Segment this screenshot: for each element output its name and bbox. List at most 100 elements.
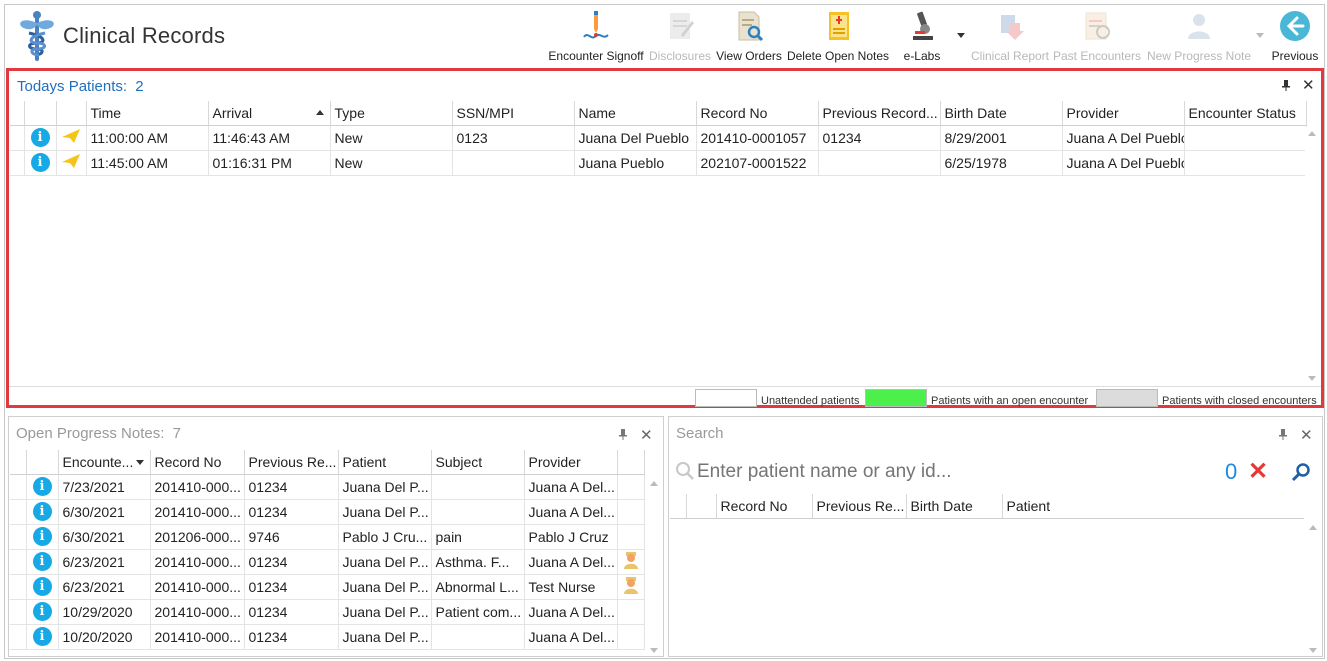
col-record-no[interactable]: Record No — [150, 450, 245, 475]
info-icon[interactable]: i — [32, 627, 52, 646]
col-record-no[interactable]: Record No — [716, 494, 813, 519]
col-previous-record[interactable]: Previous Record... — [818, 101, 941, 126]
pin-icon[interactable] — [1277, 428, 1289, 440]
search-go-icon[interactable] — [1291, 462, 1311, 482]
info-cell[interactable]: i — [26, 549, 59, 575]
cell-subject: pain — [431, 524, 525, 550]
paper-plane-icon — [61, 129, 80, 143]
cell-record-no: 201410-000... — [150, 599, 245, 625]
table-row[interactable]: i 11:45:00 AM 01:16:31 PM New Juana Pueblo 20… — [10, 150, 1307, 176]
scroll-down-icon[interactable] — [650, 648, 658, 653]
info-cell[interactable]: i — [24, 125, 57, 151]
pin-icon[interactable] — [1280, 79, 1292, 91]
info-icon[interactable]: i — [32, 577, 52, 596]
patient-search-input[interactable] — [697, 459, 1197, 485]
cell-time: 11:45:00 AM — [86, 150, 209, 176]
scroll-down-icon[interactable] — [1309, 648, 1317, 653]
header-flag — [617, 450, 645, 475]
col-provider[interactable]: Provider — [524, 450, 618, 475]
table-row[interactable]: i 6/23/2021 201410-000... 01234 Juana Del P.… — [10, 549, 645, 575]
previous-button[interactable]: Previous — [1269, 7, 1321, 65]
cell-arrival: 11:46:43 AM — [208, 125, 331, 151]
col-arrival[interactable]: Arrival — [208, 101, 331, 126]
cell-name: Juana Del Pueblo — [574, 125, 697, 151]
table-row[interactable]: i 10/29/2020 201410-000... 01234 Juana Del P… — [10, 599, 645, 625]
col-birth-date[interactable]: Birth Date — [906, 494, 1003, 519]
table-row[interactable]: i 10/20/2020 201410-000... 01234 Juana Del P… — [10, 624, 645, 650]
table-row[interactable]: i 6/23/2021 201410-000... 01234 Juana Del P.… — [10, 574, 645, 600]
scroll-up-icon[interactable] — [1308, 131, 1316, 136]
col-patient[interactable]: Patient — [1002, 494, 1304, 519]
new-progress-note-dropdown-caret-icon[interactable] — [1256, 33, 1264, 38]
scroll-down-icon[interactable] — [1308, 376, 1316, 381]
cell-previous-record: 01234 — [244, 624, 339, 650]
col-ssn[interactable]: SSN/MPI — [452, 101, 575, 126]
legend-swatch-closed — [1096, 389, 1158, 407]
info-cell[interactable]: i — [26, 524, 59, 550]
info-cell[interactable]: i — [26, 499, 59, 525]
scroll-up-icon[interactable] — [1309, 525, 1317, 530]
encounter-signoff-button[interactable]: Encounter Signoff — [547, 7, 645, 65]
close-icon[interactable]: ✕ — [640, 426, 653, 444]
clinical-report-button[interactable]: Clinical Report — [969, 7, 1051, 65]
close-icon[interactable]: ✕ — [1302, 76, 1315, 94]
close-icon[interactable]: ✕ — [1300, 426, 1313, 444]
table-header-row: Encounte... Record No Previous Re... Pat… — [10, 450, 645, 475]
info-cell[interactable]: i — [24, 150, 57, 176]
col-time[interactable]: Time — [86, 101, 209, 126]
info-icon[interactable]: i — [32, 602, 52, 621]
cell-record-no: 201410-000... — [150, 574, 245, 600]
info-cell[interactable]: i — [26, 599, 59, 625]
table-row[interactable]: i 7/23/2021 201410-000... 01234 Juana Del P.… — [10, 474, 645, 500]
info-icon[interactable]: i — [32, 552, 52, 571]
col-previous-record[interactable]: Previous Re... — [812, 494, 907, 519]
info-icon[interactable]: i — [32, 502, 52, 521]
info-icon[interactable]: i — [32, 477, 52, 496]
microscope-icon — [913, 11, 933, 40]
col-subject[interactable]: Subject — [431, 450, 525, 475]
document-edit-icon — [670, 13, 694, 39]
clear-search-icon[interactable]: ✕ — [1248, 457, 1268, 486]
delete-open-notes-button[interactable]: Delete Open Notes — [785, 7, 891, 65]
col-encounter-status[interactable]: Encounter Status — [1184, 101, 1307, 126]
info-icon[interactable]: i — [32, 527, 52, 546]
todays-patients-scrollbar[interactable] — [1305, 127, 1319, 385]
table-row[interactable]: i 6/30/2021 201206-000... 9746 Pablo J Cru..… — [10, 524, 645, 550]
col-birth-date[interactable]: Birth Date — [940, 101, 1063, 126]
col-previous-record[interactable]: Previous Re... — [244, 450, 339, 475]
search-results-scrollbar[interactable] — [1306, 521, 1320, 655]
pin-icon[interactable] — [617, 428, 629, 440]
col-provider[interactable]: Provider — [1062, 101, 1185, 126]
header-spacer — [10, 450, 27, 475]
progress-notes-scrollbar[interactable] — [647, 477, 661, 655]
info-cell[interactable]: i — [26, 474, 59, 500]
table-header-row: Time Arrival Type SSN/MPI Name Record No… — [10, 101, 1307, 126]
table-row[interactable]: i 11:00:00 AM 11:46:43 AM New 0123 Juana Del … — [10, 125, 1307, 151]
flag-cell — [617, 499, 645, 525]
new-progress-note-button[interactable]: New Progress Note — [1143, 7, 1255, 65]
past-encounters-button[interactable]: Past Encounters — [1053, 7, 1141, 65]
e-labs-dropdown-caret-icon[interactable] — [957, 33, 965, 38]
disclosures-button[interactable]: Disclosures — [647, 7, 713, 65]
e-labs-button[interactable]: e-Labs — [897, 7, 947, 65]
info-icon[interactable]: i — [30, 128, 50, 147]
col-patient[interactable]: Patient — [338, 450, 432, 475]
flag-cell — [617, 524, 645, 550]
cell-provider: Pablo J Cruz — [524, 524, 618, 550]
col-name[interactable]: Name — [574, 101, 697, 126]
col-record-no[interactable]: Record No — [696, 101, 819, 126]
info-icon[interactable]: i — [30, 153, 50, 172]
col-encounter[interactable]: Encounte... — [58, 450, 151, 475]
legend-label-closed: Patients with closed encounters — [1162, 395, 1317, 407]
col-type[interactable]: Type — [330, 101, 453, 126]
cell-provider: Juana A Del... — [524, 499, 618, 525]
row-spacer — [10, 125, 25, 151]
col-encounter-label: Encounte... — [62, 453, 134, 470]
search-title: Search — [676, 425, 724, 442]
scroll-up-icon[interactable] — [650, 481, 658, 486]
view-orders-button[interactable]: View Orders — [713, 7, 785, 65]
table-row[interactable]: i 6/30/2021 201410-000... 01234 Juana Del P.… — [10, 499, 645, 525]
clinical-report-label: Clinical Report — [970, 49, 1050, 63]
info-cell[interactable]: i — [26, 624, 59, 650]
info-cell[interactable]: i — [26, 574, 59, 600]
